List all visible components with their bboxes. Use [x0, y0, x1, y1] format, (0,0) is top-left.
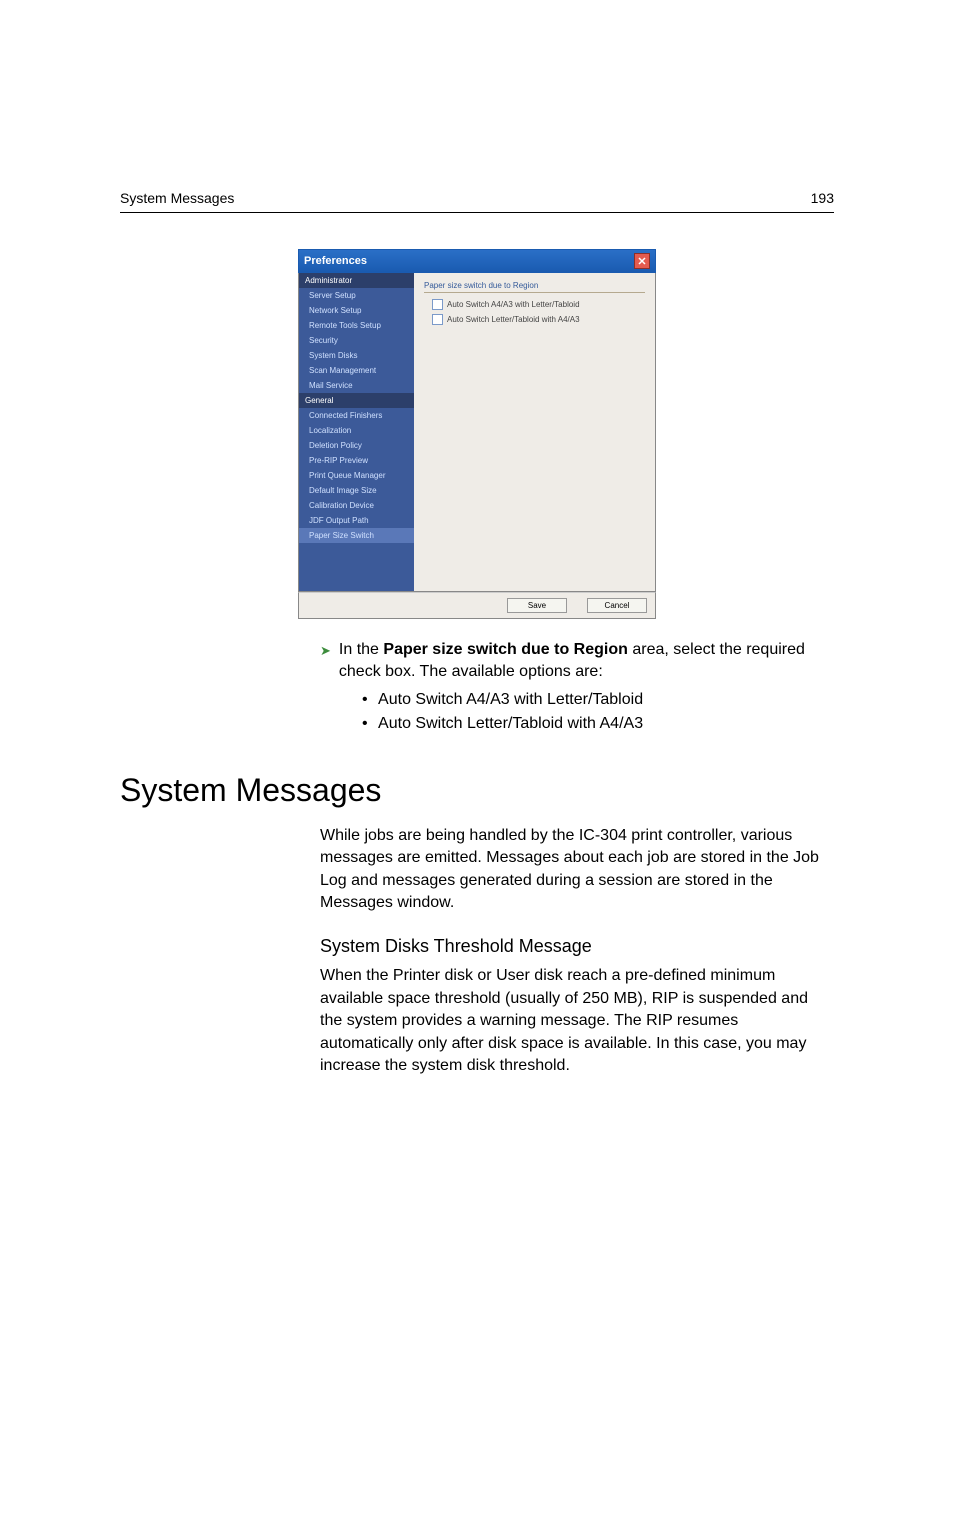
step-arrow-icon: ➤	[320, 642, 331, 660]
cancel-button[interactable]: Cancel	[587, 598, 647, 613]
page-number: 193	[811, 190, 834, 206]
sidebar-item-system-disks[interactable]: System Disks	[299, 348, 414, 363]
header-rule	[120, 212, 834, 213]
sidebar-item-network-setup[interactable]: Network Setup	[299, 303, 414, 318]
close-icon[interactable]	[634, 253, 650, 269]
sidebar-item-scan-management[interactable]: Scan Management	[299, 363, 414, 378]
sidebar-item-paper-size-switch[interactable]: Paper Size Switch	[299, 528, 414, 543]
checkbox-icon[interactable]	[432, 299, 443, 310]
sidebar-header-general: General	[299, 393, 414, 408]
preferences-sidebar: Administrator Server Setup Network Setup…	[299, 273, 414, 591]
section-paragraph-1: While jobs are being handled by the IC-3…	[320, 825, 834, 915]
section-heading: System Messages	[120, 772, 834, 809]
instruction-text: In the Paper size switch due to Region a…	[339, 639, 834, 684]
section-paragraph-2: When the Printer disk or User disk reach…	[320, 965, 834, 1077]
sidebar-item-print-queue-manager[interactable]: Print Queue Manager	[299, 468, 414, 483]
checkbox-label-2: Auto Switch Letter/Tabloid with A4/A3	[447, 315, 580, 324]
group-title: Paper size switch due to Region	[424, 281, 645, 293]
sidebar-item-remote-tools-setup[interactable]: Remote Tools Setup	[299, 318, 414, 333]
bullet-option-1: Auto Switch A4/A3 with Letter/Tabloid	[376, 688, 834, 712]
sidebar-item-localization[interactable]: Localization	[299, 423, 414, 438]
sidebar-item-pre-rip-preview[interactable]: Pre-RIP Preview	[299, 453, 414, 468]
sidebar-header-administrator: Administrator	[299, 273, 414, 288]
preferences-main-pane: Paper size switch due to Region Auto Swi…	[414, 273, 655, 591]
sidebar-item-security[interactable]: Security	[299, 333, 414, 348]
dialog-title: Preferences	[304, 255, 367, 267]
checkbox-label-1: Auto Switch A4/A3 with Letter/Tabloid	[447, 300, 580, 309]
checkbox-icon[interactable]	[432, 314, 443, 325]
checkbox-row-1[interactable]: Auto Switch A4/A3 with Letter/Tabloid	[432, 299, 645, 310]
sidebar-item-default-image-size[interactable]: Default Image Size	[299, 483, 414, 498]
sidebar-item-connected-finishers[interactable]: Connected Finishers	[299, 408, 414, 423]
checkbox-row-2[interactable]: Auto Switch Letter/Tabloid with A4/A3	[432, 314, 645, 325]
sidebar-item-server-setup[interactable]: Server Setup	[299, 288, 414, 303]
running-header: System Messages	[120, 190, 234, 206]
preferences-dialog: Preferences Administrator Server Setup N…	[298, 249, 656, 619]
bullet-option-2: Auto Switch Letter/Tabloid with A4/A3	[376, 712, 834, 736]
subsection-heading: System Disks Threshold Message	[320, 936, 834, 957]
sidebar-item-deletion-policy[interactable]: Deletion Policy	[299, 438, 414, 453]
sidebar-item-calibration-device[interactable]: Calibration Device	[299, 498, 414, 513]
save-button[interactable]: Save	[507, 598, 567, 613]
sidebar-item-jdf-output-path[interactable]: JDF Output Path	[299, 513, 414, 528]
sidebar-item-mail-service[interactable]: Mail Service	[299, 378, 414, 393]
